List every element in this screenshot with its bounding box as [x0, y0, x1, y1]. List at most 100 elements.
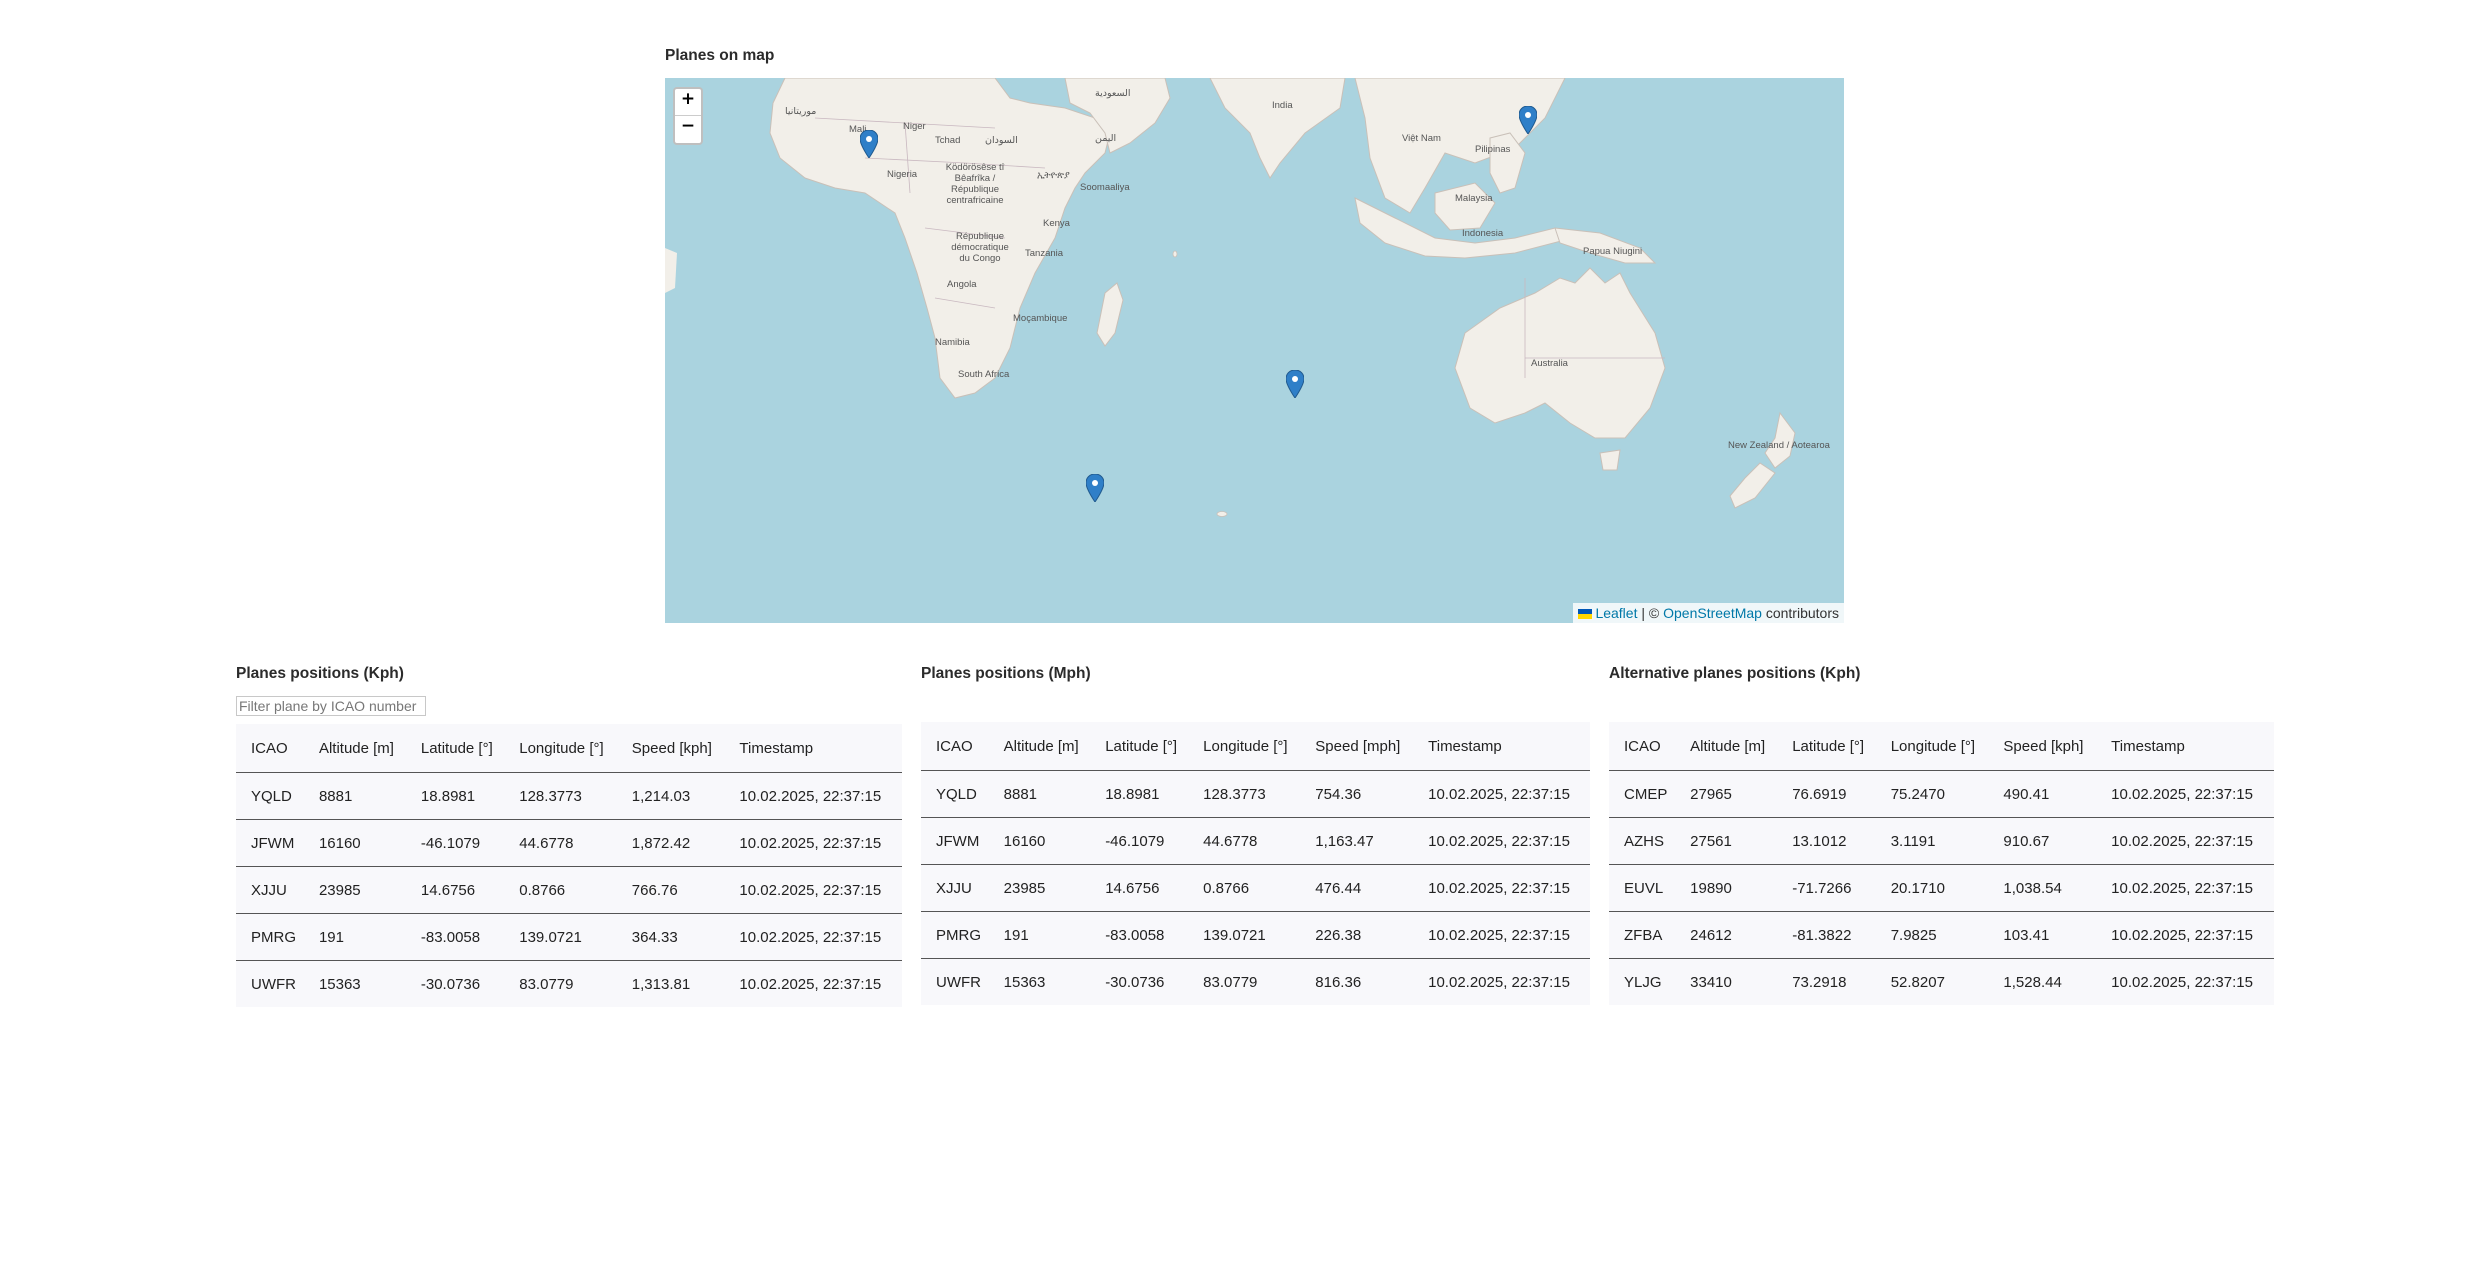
map-pin-icon	[1085, 473, 1105, 503]
table-cell: 1,038.54	[1988, 864, 2097, 912]
table-cell: CMEP	[1609, 770, 1676, 818]
planes-map[interactable]: India Niger Mali Tchad Nigeria Kenya Tan…	[665, 78, 1844, 623]
map-label-somalia: Soomaaliya	[1080, 182, 1130, 193]
table-cell: 18.8981	[1090, 770, 1189, 818]
plane-marker-xjju[interactable]	[859, 129, 879, 159]
plane-marker-jfwm[interactable]	[1085, 473, 1105, 503]
plane-marker-uwfr[interactable]	[1285, 369, 1305, 399]
col-altitude[interactable]: Altitude [m]	[1675, 722, 1778, 771]
table-row: XJJU 23985 14.6756 0.8766 766.76 10.02.2025, …	[236, 866, 902, 914]
col-longitude[interactable]: Longitude [°]	[504, 724, 617, 773]
table-cell: XJJU	[236, 866, 304, 914]
map-label-sudan: السودان	[985, 135, 1018, 146]
table-cell: 10.02.2025, 22:37:15	[2096, 958, 2274, 1005]
map-label-saudi: السعودية	[1095, 88, 1131, 99]
map-title: Planes on map	[665, 47, 775, 64]
table-row: UWFR 15363 -30.0736 83.0779 1,313.81 10.02.20…	[236, 960, 902, 1007]
col-speed[interactable]: Speed [kph]	[616, 724, 725, 773]
table-cell: 18.8981	[405, 772, 505, 820]
col-longitude[interactable]: Longitude [°]	[1188, 722, 1301, 771]
table-header-row: ICAO Altitude [m] Latitude [°] Longitude…	[236, 724, 902, 773]
table-cell: AZHS	[1609, 817, 1676, 865]
zoom-in-button[interactable]: +	[675, 89, 701, 116]
table-cell: 33410	[1675, 958, 1778, 1005]
map-label-car: Ködörösêse tî Bêafrîka / République cent…	[945, 162, 1005, 206]
table-cell: 44.6778	[1188, 817, 1301, 865]
osm-link[interactable]: OpenStreetMap	[1663, 605, 1762, 621]
col-icao[interactable]: ICAO	[236, 724, 304, 773]
table-cell: EUVL	[1609, 864, 1676, 912]
table-cell: 14.6756	[405, 866, 505, 914]
table-cell: 10.02.2025, 22:37:15	[724, 866, 902, 914]
col-timestamp[interactable]: Timestamp	[724, 724, 902, 773]
map-label-malaysia: Malaysia	[1455, 193, 1493, 204]
table-cell: 139.0721	[504, 913, 617, 961]
table-cell: 128.3773	[504, 772, 617, 820]
table-row: PMRG 191 -83.0058 139.0721 226.38 10.02.2025,…	[921, 911, 1590, 959]
col-timestamp[interactable]: Timestamp	[1413, 722, 1590, 771]
col-latitude[interactable]: Latitude [°]	[1090, 722, 1189, 771]
leaflet-link[interactable]: Leaflet	[1595, 605, 1637, 621]
map-label-namibia: Namibia	[935, 337, 970, 348]
col-latitude[interactable]: Latitude [°]	[1777, 722, 1876, 771]
table-cell: -30.0736	[1090, 958, 1189, 1005]
table-cell: ZFBA	[1609, 911, 1676, 959]
map-pin-icon	[1285, 369, 1305, 399]
col-longitude[interactable]: Longitude [°]	[1875, 722, 1989, 771]
col-speed[interactable]: Speed [kph]	[1988, 722, 2097, 771]
table-cell: 83.0779	[504, 960, 617, 1007]
col-altitude[interactable]: Altitude [m]	[988, 722, 1091, 771]
alt-table-title: Alternative planes positions (Kph)	[1609, 665, 1861, 682]
table-cell: 20.1710	[1875, 864, 1989, 912]
map-label-indonesia: Indonesia	[1462, 228, 1504, 239]
table-row: EUVL 19890 -71.7266 20.1710 1,038.54 10.02.20…	[1609, 864, 2274, 912]
table-cell: 364.33	[616, 913, 725, 961]
table-row: UWFR 15363 -30.0736 83.0779 816.36 10.02.2025…	[921, 958, 1590, 1005]
table-cell: 10.02.2025, 22:37:15	[2096, 864, 2274, 912]
table-cell: 16160	[988, 817, 1091, 865]
col-speed[interactable]: Speed [mph]	[1300, 722, 1414, 771]
table-row: AZHS 27561 13.1012 3.1191 910.67 10.02.2025, …	[1609, 817, 2274, 865]
col-altitude[interactable]: Altitude [m]	[303, 724, 406, 773]
table-row: JFWM 16160 -46.1079 44.6778 1,872.42 10.02.20…	[236, 819, 902, 867]
table-cell: 226.38	[1300, 911, 1414, 959]
col-icao[interactable]: ICAO	[921, 722, 989, 771]
table-cell: 3.1191	[1875, 817, 1989, 865]
col-latitude[interactable]: Latitude [°]	[405, 724, 505, 773]
table-cell: 14.6756	[1090, 864, 1189, 912]
zoom-out-button[interactable]: −	[675, 116, 701, 142]
table-cell: 8881	[988, 770, 1091, 818]
map-attribution: Leaflet | © OpenStreetMap contributors	[1573, 603, 1844, 623]
table-cell: PMRG	[921, 911, 989, 959]
map-label-angola: Angola	[947, 279, 977, 290]
table-cell: 10.02.2025, 22:37:15	[1413, 911, 1590, 959]
table-cell: 10.02.2025, 22:37:15	[2096, 770, 2274, 818]
attribution-suffix: contributors	[1765, 605, 1839, 621]
map-label-mauritania: موريتانيا	[785, 106, 817, 117]
table-cell: 910.67	[1988, 817, 2097, 865]
icao-filter-input[interactable]	[236, 696, 426, 716]
map-label-tanzania: Tanzania	[1025, 248, 1064, 259]
map-label-australia: Australia	[1531, 358, 1568, 369]
table-cell: 1,313.81	[616, 960, 725, 1007]
table-cell: XJJU	[921, 864, 989, 912]
col-timestamp[interactable]: Timestamp	[2096, 722, 2274, 771]
table-cell: 191	[303, 913, 406, 961]
table-header-row: ICAO Altitude [m] Latitude [°] Longitude…	[1609, 722, 2274, 771]
table-cell: 10.02.2025, 22:37:15	[1413, 958, 1590, 1005]
table-cell: 15363	[303, 960, 406, 1007]
table-cell: JFWM	[236, 819, 304, 867]
table-cell: -46.1079	[405, 819, 505, 867]
table-row: YQLD 8881 18.8981 128.3773 1,214.03 10.02.202…	[236, 772, 902, 820]
table-cell: 76.6919	[1777, 770, 1876, 818]
table-cell: 139.0721	[1188, 911, 1301, 959]
col-icao[interactable]: ICAO	[1609, 722, 1676, 771]
plane-marker-yqld[interactable]	[1518, 105, 1538, 135]
zoom-control: + −	[673, 87, 703, 145]
table-cell: 73.2918	[1777, 958, 1876, 1005]
table-cell: -83.0058	[405, 913, 505, 961]
mph-table: ICAO Altitude [m] Latitude [°] Longitude…	[921, 722, 1590, 1005]
table-cell: -83.0058	[1090, 911, 1189, 959]
table-row: YQLD 8881 18.8981 128.3773 754.36 10.02.2025,…	[921, 770, 1590, 818]
table-row: XJJU 23985 14.6756 0.8766 476.44 10.02.2025, …	[921, 864, 1590, 912]
